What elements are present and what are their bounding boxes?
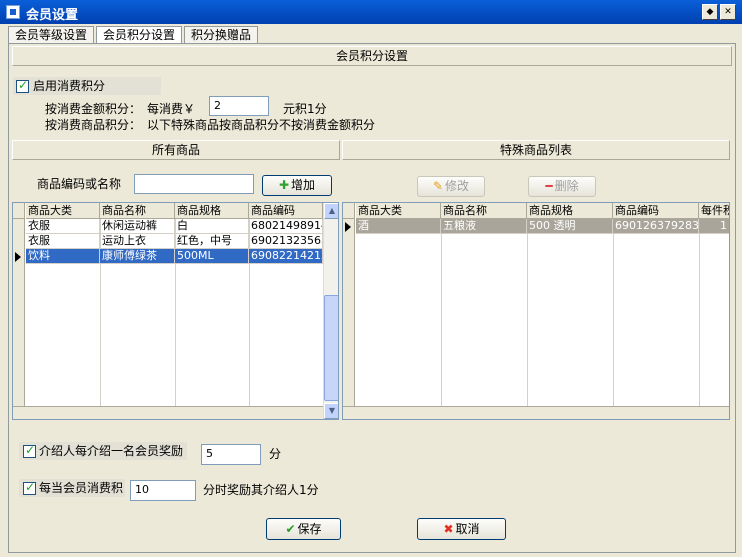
row-indicator-current[interactable] [13, 249, 25, 265]
minus-icon: ━ [545, 179, 553, 193]
grid-footer [13, 406, 323, 419]
table-cell[interactable]: 酒 [356, 219, 441, 234]
table-cell[interactable]: 运动上衣 [100, 234, 175, 249]
all-goods-grid: 商品大类 商品名称 商品规格 商品编码 衣服 休闲运动裤 白 680214989… [12, 202, 339, 420]
grid-line [441, 219, 442, 406]
row-indicator-column [13, 264, 25, 406]
grid-corner [13, 203, 25, 219]
special-col-points[interactable]: 每件积 [699, 203, 729, 219]
special-col-category[interactable]: 商品大类 [356, 203, 441, 219]
pencil-icon: ✎ [432, 179, 444, 193]
app-icon [6, 5, 20, 19]
save-button[interactable]: ✔ 保存 [266, 518, 341, 540]
save-button-label: 保存 [297, 522, 322, 536]
cancel-button-label: 取消 [455, 522, 480, 536]
consume-referral-label: 每当会员消费积 [39, 481, 124, 495]
grid-corner [343, 203, 355, 219]
all-goods-title: 所有商品 [12, 140, 340, 160]
special-col-code[interactable]: 商品编码 [613, 203, 699, 219]
section-title: 会员积分设置 [12, 46, 732, 66]
referral-label: 介绍人每介绍一名会员奖励 [39, 444, 184, 458]
table-cell[interactable]: 康师傅绿茶 [100, 249, 175, 264]
delete-button-label: 删除 [554, 179, 579, 193]
current-row-arrow-icon [15, 252, 21, 262]
item-rule-text: 以下特殊商品按商品积分不按消费金额积分 [147, 118, 376, 132]
goods-search-input[interactable] [134, 174, 254, 194]
amount-rule-prefix: 每消费￥ [147, 102, 196, 116]
all-goods-col-category[interactable]: 商品大类 [26, 203, 100, 219]
consume-referral-checkbox[interactable] [23, 480, 36, 495]
special-goods-title: 特殊商品列表 [342, 140, 730, 160]
referral-checkbox[interactable] [23, 443, 36, 458]
all-goods-col-name[interactable]: 商品名称 [100, 203, 175, 219]
table-cell[interactable]: 衣服 [26, 234, 100, 249]
row-indicator-current[interactable] [343, 219, 355, 235]
table-cell[interactable]: 500ML [175, 249, 249, 264]
consume-points-input[interactable]: 10 [130, 480, 196, 501]
all-goods-col-spec[interactable]: 商品规格 [175, 203, 249, 219]
edit-button[interactable]: ✎ 修改 [417, 176, 485, 197]
table-cell[interactable]: 500 透明 [527, 219, 613, 234]
enable-points-checkbox[interactable] [16, 78, 29, 93]
plus-icon: ✚ [278, 178, 290, 192]
scroll-thumb[interactable] [324, 295, 338, 401]
table-cell[interactable]: 690213235657 [249, 234, 323, 249]
checkmark-icon: ✔ [285, 522, 296, 536]
row-indicator[interactable] [13, 219, 25, 235]
amount-per-point-input[interactable]: 2 [209, 96, 269, 116]
add-button[interactable]: ✚ 增加 [262, 175, 332, 196]
cancel-button[interactable]: ✖ 取消 [417, 518, 506, 540]
edit-button-label: 修改 [445, 179, 470, 193]
delete-button[interactable]: ━ 删除 [528, 176, 596, 197]
grid-line [613, 219, 614, 406]
table-cell[interactable]: 休闲运动裤 [100, 219, 175, 234]
goods-search-label: 商品编码或名称 [37, 177, 122, 191]
scroll-up-icon[interactable]: ▲ [324, 203, 338, 219]
tab-member-level[interactable]: 会员等级设置 [8, 26, 95, 44]
table-cell[interactable]: 红色，中号 [175, 234, 249, 249]
row-indicator[interactable] [13, 234, 25, 250]
table-cell[interactable]: 6901263792834 [613, 219, 699, 234]
special-col-spec[interactable]: 商品规格 [527, 203, 613, 219]
settings-panel: 会员积分设置 启用消费积分 按消费金额积分： 每消费￥ 2 元积1分 按消费商品… [8, 43, 736, 553]
special-col-name[interactable]: 商品名称 [441, 203, 527, 219]
current-row-arrow-icon [345, 222, 351, 232]
item-rule-label: 按消费商品积分： [45, 118, 142, 132]
referral-points-input[interactable]: 5 [201, 444, 261, 465]
restore-icon[interactable]: ◆ [702, 4, 718, 20]
amount-rule-label: 按消费金额积分： [45, 102, 142, 116]
row-indicator-column [343, 234, 355, 406]
all-goods-scrollbar[interactable]: ▲ ▼ [323, 203, 338, 419]
table-cell[interactable]: 690822142123 [249, 249, 323, 264]
tab-points-gift[interactable]: 积分换赠品 [184, 26, 259, 44]
special-goods-grid: 商品大类 商品名称 商品规格 商品编码 每件积 酒 五粮液 500 透明 690… [342, 202, 730, 420]
enable-points-label: 启用消费积分 [33, 79, 106, 93]
grid-footer [343, 406, 729, 419]
window-title: 会员设置 [26, 8, 79, 23]
scroll-down-icon[interactable]: ▼ [324, 403, 338, 419]
close-icon[interactable]: ✕ [720, 4, 736, 20]
table-cell[interactable]: 1 [699, 219, 729, 234]
table-cell[interactable]: 五粮液 [441, 219, 527, 234]
title-bar: 会员设置 ◆ ✕ [0, 0, 742, 24]
all-goods-col-code[interactable]: 商品编码 [249, 203, 323, 219]
table-cell[interactable]: 680214989146 [249, 219, 323, 234]
add-button-label: 增加 [291, 178, 316, 192]
table-cell[interactable]: 衣服 [26, 219, 100, 234]
cross-icon: ✖ [443, 522, 454, 536]
table-cell[interactable]: 饮料 [26, 249, 100, 264]
consume-referral-suffix: 分时奖励其介绍人1分 [203, 483, 319, 497]
referral-unit: 分 [269, 447, 282, 461]
grid-line [699, 219, 700, 406]
amount-rule-suffix: 元积1分 [283, 102, 327, 116]
table-cell[interactable]: 白 [175, 219, 249, 234]
grid-line [527, 219, 528, 406]
